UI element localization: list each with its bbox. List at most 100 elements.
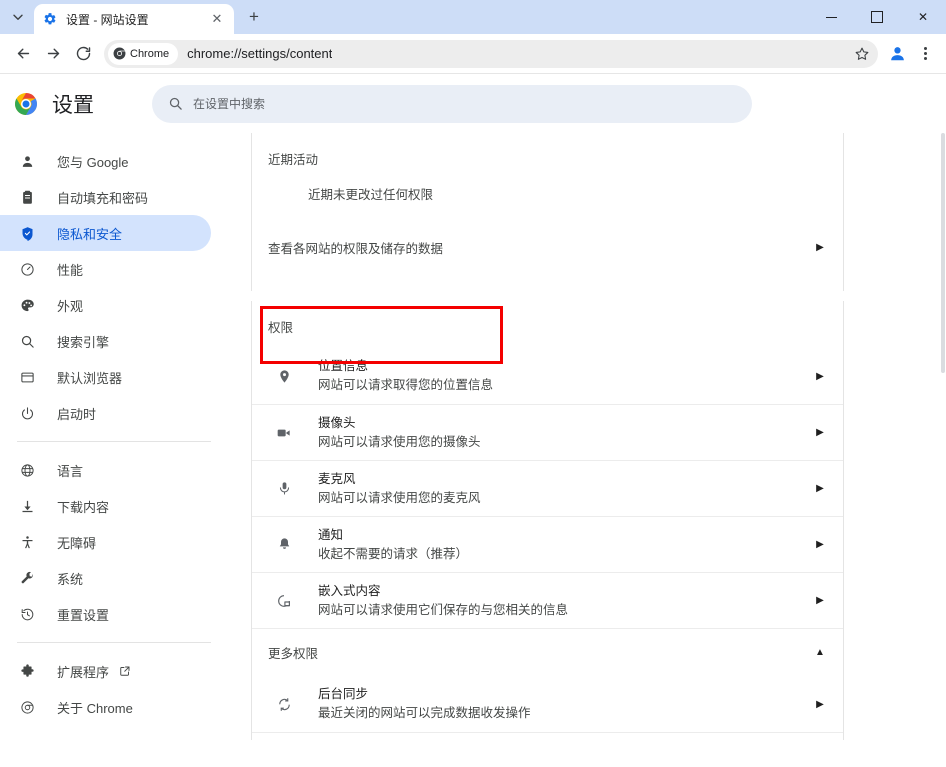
address-bar[interactable]: Chrome chrome://settings/content: [104, 39, 878, 68]
tab-strip: 设置 - 网站设置 ✕ + ✕: [0, 0, 946, 34]
sidebar-item-search-engine[interactable]: 搜索引擎: [0, 323, 211, 359]
permission-title: 通知: [318, 527, 344, 542]
wrench-icon: [17, 568, 37, 588]
window-maximize-button[interactable]: [854, 0, 900, 34]
permission-texts: 摄像头 网站可以请求使用您的摄像头: [318, 415, 813, 451]
chevron-right-icon: ▶: [816, 595, 824, 606]
window-minimize-button[interactable]: [808, 0, 854, 34]
microphone-icon: [274, 479, 294, 499]
sidebar-item-label: 无障碍: [57, 535, 97, 551]
new-tab-button[interactable]: +: [240, 3, 268, 31]
sidebar-item-system[interactable]: 系统: [0, 560, 211, 596]
power-icon: [17, 403, 37, 423]
more-permissions-label: 更多权限: [268, 647, 319, 661]
sidebar-item-label: 默认浏览器: [57, 370, 123, 386]
sidebar-item-label: 重置设置: [57, 607, 110, 623]
view-all-sites-row[interactable]: 查看各网站的权限及储存的数据 ▶: [252, 225, 843, 269]
sidebar-item-about-chrome[interactable]: 关于 Chrome: [0, 689, 211, 725]
sidebar-item-label: 启动时: [57, 406, 97, 422]
settings-search-placeholder: 在设置中搜索: [193, 97, 266, 111]
permission-title: 麦克风: [318, 471, 356, 486]
tab-search-chevron-down-icon[interactable]: [4, 3, 32, 31]
chevron-right-icon: ▶: [816, 539, 824, 550]
chevron-right-icon: ▶: [816, 483, 824, 494]
sidebar-item-default-browser[interactable]: 默认浏览器: [0, 359, 211, 395]
sidebar-item-label: 外观: [57, 298, 84, 314]
chevron-up-icon: ▲: [815, 647, 825, 658]
more-permissions-header[interactable]: 更多权限 ▲: [252, 628, 843, 676]
browser-tab[interactable]: 设置 - 网站设置 ✕: [34, 4, 234, 34]
shield-icon: [17, 223, 37, 243]
permission-row-microphone[interactable]: 麦克风 网站可以请求使用您的麦克风 ▶: [252, 460, 843, 516]
permission-row-camera[interactable]: 摄像头 网站可以请求使用您的摄像头 ▶: [252, 404, 843, 460]
card-separator: [251, 291, 844, 301]
sidebar-item-accessibility[interactable]: 无障碍: [0, 524, 211, 560]
reload-icon[interactable]: [68, 39, 98, 69]
main-scrollbar[interactable]: [940, 133, 946, 740]
video-camera-icon: [274, 423, 294, 443]
sync-icon: [274, 694, 294, 714]
permission-texts: 通知 收起不需要的请求（推荐）: [318, 527, 813, 563]
bell-icon: [274, 535, 294, 555]
permission-row-embedded-content[interactable]: 嵌入式内容 网站可以请求使用它们保存的与您相关的信息 ▶: [252, 572, 843, 628]
sidebar-item-appearance[interactable]: 外观: [0, 287, 211, 323]
sidebar-item-downloads[interactable]: 下载内容: [0, 488, 211, 524]
sidebar-item-label: 关于 Chrome: [57, 700, 133, 716]
chrome-chip-label: Chrome: [130, 47, 170, 60]
sidebar-item-label: 性能: [57, 262, 84, 278]
permission-texts: 嵌入式内容 网站可以请求使用它们保存的与您相关的信息: [318, 583, 813, 619]
history-restore-icon: [17, 604, 37, 624]
back-arrow-left-icon[interactable]: [8, 39, 38, 69]
tab-close-icon[interactable]: ✕: [208, 10, 226, 28]
sidebar-item-autofill-passwords[interactable]: 自动填充和密码: [0, 179, 211, 215]
permission-desc: 网站可以请求取得您的位置信息: [318, 378, 494, 392]
permission-title: 后台同步: [318, 687, 369, 701]
recent-activity-card: 近期活动 近期未更改过任何权限 查看各网站的权限及储存的数据 ▶: [251, 133, 844, 291]
chevron-right-icon: ▶: [816, 241, 824, 253]
sidebar-item-you-and-google[interactable]: 您与 Google: [0, 143, 211, 179]
sidebar-item-languages[interactable]: 语言: [0, 452, 211, 488]
scrollbar-thumb[interactable]: [941, 133, 945, 373]
chevron-right-icon: ▶: [816, 427, 824, 438]
permission-desc: 网站可以请求使用您的摄像头: [318, 434, 481, 449]
address-bar-url: chrome://settings/content: [187, 46, 333, 61]
location-pin-icon: [274, 366, 294, 386]
browser-window-icon: [17, 367, 37, 387]
sidebar-divider: [17, 642, 211, 643]
tab-title: 设置 - 网站设置: [66, 12, 149, 27]
speedometer-icon: [17, 259, 37, 279]
sidebar-item-label: 系统: [57, 571, 84, 587]
chrome-scheme-chip: Chrome: [108, 42, 179, 65]
permission-row-location[interactable]: 位置信息 网站可以请求取得您的位置信息 ▶: [252, 348, 843, 404]
permission-row-motion-sensors[interactable]: 移动传感器 网站可以使用移动传感器 ▶: [252, 732, 843, 740]
sidebar-item-label: 隐私和安全: [57, 226, 123, 242]
search-icon: [17, 331, 37, 351]
sidebar-item-performance[interactable]: 性能: [0, 251, 211, 287]
bookmark-star-icon[interactable]: [850, 42, 874, 66]
accessibility-icon: [17, 532, 37, 552]
page-title: 设置: [52, 93, 94, 117]
person-icon: [17, 151, 37, 171]
profile-avatar[interactable]: [882, 39, 912, 69]
window-close-button[interactable]: ✕: [900, 0, 946, 34]
forward-arrow-right-icon[interactable]: [38, 39, 68, 69]
sidebar-item-privacy-security[interactable]: 隐私和安全: [0, 215, 211, 251]
sidebar-item-label: 语言: [57, 463, 84, 479]
card-bottom-spacer: [252, 269, 843, 291]
chrome-circle-icon: [17, 697, 37, 717]
settings-gear-icon: [42, 11, 58, 27]
globe-icon: [17, 460, 37, 480]
three-dot-menu-icon[interactable]: [912, 39, 938, 69]
permission-row-background-sync[interactable]: 后台同步 最近关闭的网站可以完成数据收发操作 ▶: [252, 676, 843, 732]
sidebar-item-label: 下载内容: [57, 499, 110, 515]
permission-row-notifications[interactable]: 通知 收起不需要的请求（推荐） ▶: [252, 516, 843, 572]
sidebar-item-extensions[interactable]: 扩展程序: [0, 653, 211, 689]
settings-search-input[interactable]: 在设置中搜索: [152, 84, 752, 123]
sidebar-item-label: 自动填充和密码: [57, 190, 149, 206]
sidebar-item-on-startup[interactable]: 启动时: [0, 395, 211, 431]
embedded-content-icon: [274, 591, 294, 611]
permission-title: 摄像头: [318, 415, 356, 430]
chrome-logo-icon: [113, 47, 126, 60]
permission-title: 位置信息: [318, 359, 369, 373]
sidebar-item-reset-settings[interactable]: 重置设置: [0, 596, 211, 632]
